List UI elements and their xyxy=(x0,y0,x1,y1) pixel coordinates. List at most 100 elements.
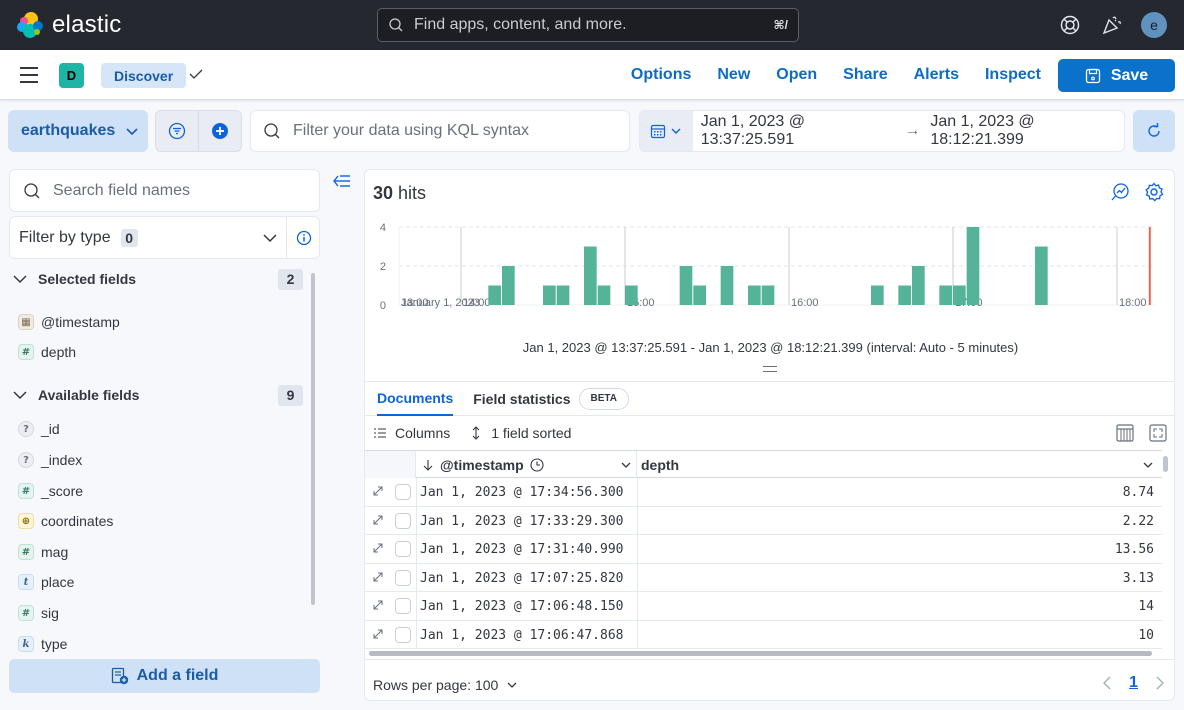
field-item[interactable]: t place xyxy=(18,572,74,592)
start-date-button[interactable]: Jan 1, 2023 @ 13:37:25.591 xyxy=(701,113,895,149)
histogram-chart[interactable]: 02414:0015:0016:0017:0018:00January 1, 2… xyxy=(365,215,1175,315)
row-select-checkbox[interactable] xyxy=(395,512,411,529)
histogram-bar[interactable] xyxy=(761,285,775,306)
refresh-button[interactable] xyxy=(1133,110,1175,152)
panel-resize-handle[interactable] xyxy=(763,366,777,372)
histogram-bar[interactable] xyxy=(693,285,706,306)
histogram-bar[interactable] xyxy=(488,285,501,306)
data-view-picker[interactable]: earthquakes xyxy=(8,110,148,152)
options-link[interactable]: Options xyxy=(631,66,691,84)
histogram-bar[interactable] xyxy=(720,266,734,305)
field-item[interactable]: k type xyxy=(18,634,67,654)
field-item[interactable]: # sig xyxy=(18,603,59,623)
available-fields-section[interactable]: Available fields 9 xyxy=(13,384,305,406)
menu-toggle-icon[interactable] xyxy=(20,67,38,83)
expand-document-icon[interactable] xyxy=(372,571,384,583)
table-row[interactable]: Jan 1, 2023 @ 17:07:25.820 3.13 xyxy=(365,563,1162,592)
news-party-icon[interactable] xyxy=(1101,14,1123,36)
add-filter-button[interactable] xyxy=(199,111,241,151)
histogram-bar[interactable] xyxy=(679,266,693,305)
field-item[interactable]: ? _index xyxy=(18,450,82,470)
histogram-bar[interactable] xyxy=(625,285,638,306)
quick-select-button[interactable] xyxy=(640,111,693,151)
hits-label: hits xyxy=(398,183,427,203)
histogram-bar[interactable] xyxy=(543,285,556,306)
histogram-bar[interactable] xyxy=(912,266,925,305)
chevron-left-icon[interactable] xyxy=(1101,675,1113,691)
rows-per-page-select[interactable]: Rows per page: 100 xyxy=(373,677,518,693)
alerts-link[interactable]: Alerts xyxy=(914,66,959,84)
expand-document-icon[interactable] xyxy=(372,628,384,640)
table-row[interactable]: Jan 1, 2023 @ 17:06:48.150 14 xyxy=(365,592,1162,621)
open-link[interactable]: Open xyxy=(776,66,817,84)
row-select-checkbox[interactable] xyxy=(395,598,411,614)
chevron-down-icon[interactable] xyxy=(1142,459,1154,471)
fullscreen-icon[interactable] xyxy=(1149,424,1167,442)
row-select-checkbox[interactable] xyxy=(395,484,411,500)
expand-document-icon[interactable] xyxy=(372,485,384,497)
selected-fields-section[interactable]: Selected fields 2 xyxy=(13,268,305,290)
field-item[interactable]: # depth xyxy=(18,342,76,362)
chevron-down-icon[interactable] xyxy=(620,459,632,471)
expand-document-icon[interactable] xyxy=(372,542,384,554)
row-density-icon[interactable] xyxy=(1116,424,1134,442)
share-link[interactable]: Share xyxy=(843,66,887,84)
field-search-input[interactable] xyxy=(53,181,303,200)
field-item[interactable]: ▦ @timestamp xyxy=(18,312,120,332)
grid-horizontal-scrollbar[interactable] xyxy=(369,651,1152,656)
row-select-checkbox[interactable] xyxy=(395,569,411,586)
column-header-depth[interactable]: depth xyxy=(637,451,1162,478)
collapse-sidebar-icon[interactable] xyxy=(333,174,351,188)
histogram-bar[interactable] xyxy=(966,227,980,305)
kql-query-input[interactable] xyxy=(293,122,613,140)
help-lifebuoy-icon[interactable] xyxy=(1059,14,1081,36)
histogram-bar[interactable] xyxy=(748,285,761,306)
elastic-logo[interactable]: elastic xyxy=(16,11,121,39)
add-field-button[interactable]: Add a field xyxy=(9,659,320,693)
sort-button[interactable]: 1 field sorted xyxy=(470,425,571,441)
table-row[interactable]: Jan 1, 2023 @ 17:33:29.300 2.22 xyxy=(365,506,1162,535)
histogram-bar[interactable] xyxy=(939,285,952,306)
table-row[interactable]: Jan 1, 2023 @ 17:31:40.990 13.56 xyxy=(365,535,1162,564)
columns-button[interactable]: Columns xyxy=(374,425,450,441)
gear-icon[interactable] xyxy=(1144,182,1164,202)
expand-document-icon[interactable] xyxy=(372,599,384,611)
end-date-button[interactable]: Jan 1, 2023 @ 18:12:21.399 xyxy=(930,113,1124,149)
expand-document-icon[interactable] xyxy=(372,514,384,526)
field-item[interactable]: # _score xyxy=(18,481,83,501)
field-info-button[interactable] xyxy=(286,217,321,258)
table-row[interactable]: Jan 1, 2023 @ 17:34:56.300 8.74 xyxy=(365,478,1162,507)
histogram-bar[interactable] xyxy=(953,285,966,306)
histogram-bar[interactable] xyxy=(584,246,597,306)
histogram-bar[interactable] xyxy=(597,285,611,306)
filter-menu-button[interactable] xyxy=(156,111,199,151)
breadcrumb-discover[interactable]: Discover xyxy=(101,63,187,88)
histogram-bar[interactable] xyxy=(898,285,911,306)
timestamp-cell: Jan 1, 2023 @ 17:33:29.300 xyxy=(420,513,624,529)
tab-field-statistics[interactable]: Field statistics BETA xyxy=(473,381,629,416)
sidebar-scrollbar[interactable] xyxy=(311,273,315,605)
save-button[interactable]: Save xyxy=(1058,59,1175,92)
ai-assistant-icon[interactable] xyxy=(1110,182,1130,202)
field-item[interactable]: # mag xyxy=(18,542,68,562)
chevron-right-icon[interactable] xyxy=(1154,675,1166,691)
histogram-bar[interactable] xyxy=(556,285,570,306)
field-item[interactable]: ⊕ coordinates xyxy=(18,511,113,531)
page-number-button[interactable]: 1 xyxy=(1129,674,1138,692)
table-row[interactable]: Jan 1, 2023 @ 17:06:47.868 10 xyxy=(365,620,1162,649)
column-header-timestamp[interactable]: @timestamp xyxy=(416,451,637,478)
space-avatar[interactable]: D xyxy=(59,63,84,88)
user-avatar[interactable]: e xyxy=(1141,12,1167,38)
row-select-checkbox[interactable] xyxy=(395,541,411,557)
inspect-link[interactable]: Inspect xyxy=(985,66,1041,84)
field-item[interactable]: ? _id xyxy=(18,419,60,439)
histogram-bar[interactable] xyxy=(1035,246,1048,306)
new-link[interactable]: New xyxy=(717,66,750,84)
histogram-bar[interactable] xyxy=(502,266,515,305)
grid-vertical-scrollbar[interactable] xyxy=(1163,456,1168,472)
row-select-checkbox[interactable] xyxy=(395,626,411,643)
global-search-input[interactable]: Find apps, content, and more. ⌘/ xyxy=(377,8,799,42)
histogram-bar[interactable] xyxy=(871,285,884,306)
filter-by-type[interactable]: Filter by type 0 xyxy=(9,216,320,259)
tab-documents[interactable]: Documents xyxy=(377,381,454,416)
